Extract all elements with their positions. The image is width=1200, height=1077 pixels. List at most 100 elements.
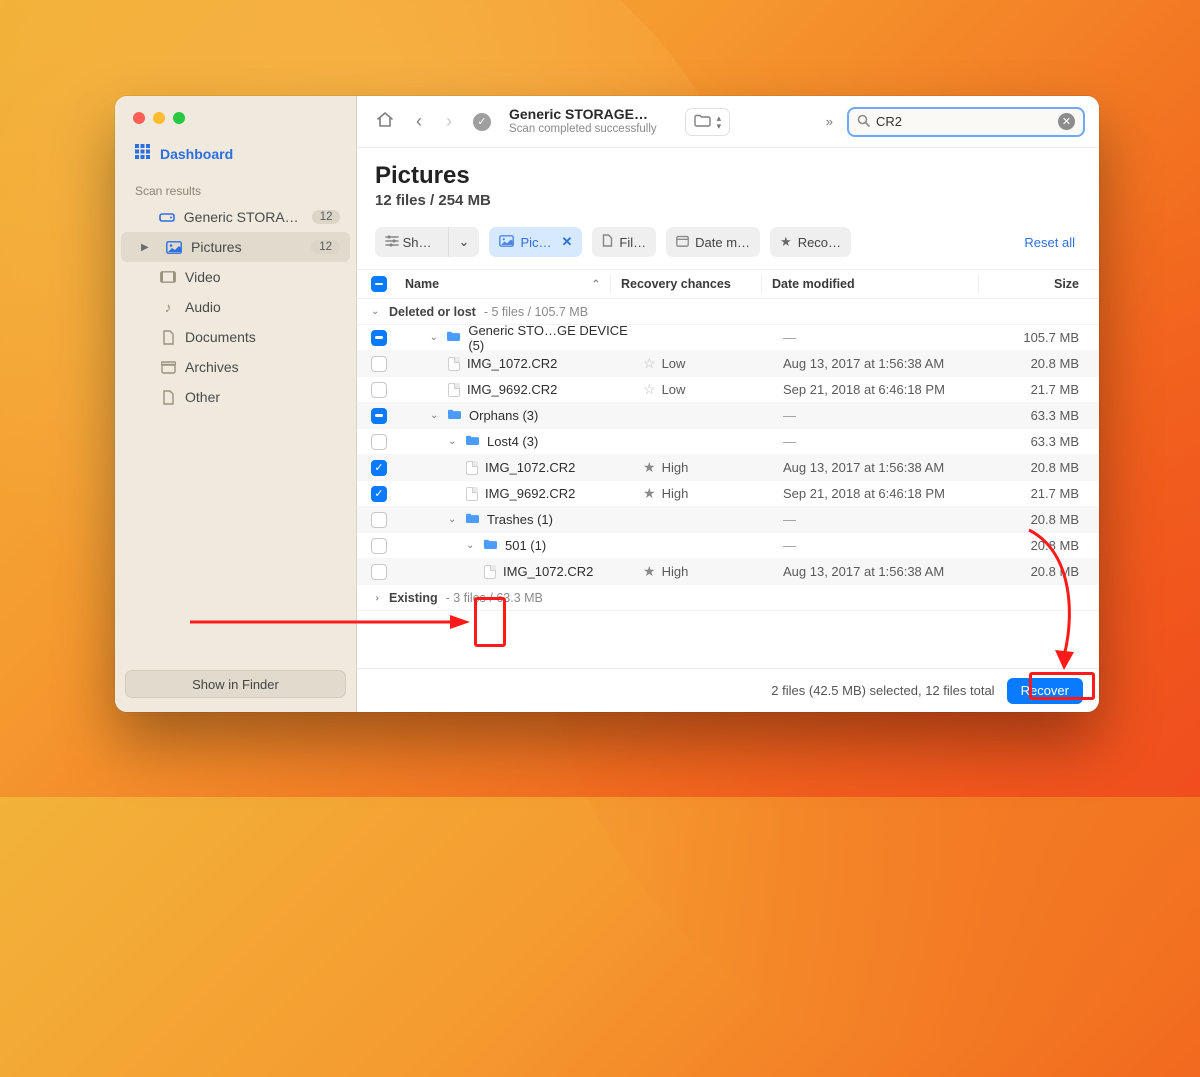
star-icon: ★ bbox=[643, 485, 656, 502]
disclosure-icon[interactable]: ⌄ bbox=[371, 593, 382, 603]
disclosure-icon[interactable]: ▶ bbox=[141, 242, 151, 253]
table-header: Name ⌃ Recovery chances Date modified Si… bbox=[357, 269, 1099, 299]
row-size: 20.8 MB bbox=[989, 512, 1085, 527]
sidebar-item-archives[interactable]: Archives bbox=[121, 352, 350, 382]
chevron-down-icon[interactable]: ⌄ bbox=[448, 227, 480, 257]
col-name[interactable]: Name bbox=[405, 277, 439, 291]
video-icon bbox=[159, 271, 177, 283]
star-icon: ★ bbox=[780, 234, 792, 250]
row-size: 21.7 MB bbox=[989, 486, 1085, 501]
filter-bar: Sh… ⌄ Pic… ✕ Fil… Date m… bbox=[357, 213, 1099, 269]
recover-button[interactable]: Recover bbox=[1007, 678, 1083, 704]
col-date[interactable]: Date modified bbox=[772, 277, 978, 291]
disclosure-icon[interactable]: ⌄ bbox=[466, 540, 476, 551]
page-subtitle: 12 files / 254 MB bbox=[375, 192, 1081, 209]
sidebar-item-label: Archives bbox=[185, 359, 239, 375]
table-row[interactable]: IMG_9692.CR2☆LowSep 21, 2018 at 6:46:18 … bbox=[357, 377, 1099, 403]
filter-file[interactable]: Fil… bbox=[592, 227, 656, 257]
star-icon: ☆ bbox=[643, 355, 656, 372]
disclosure-icon[interactable]: ⌄ bbox=[448, 514, 458, 525]
col-chance[interactable]: Recovery chances bbox=[621, 277, 761, 291]
sidebar-item-label: Video bbox=[185, 269, 221, 285]
sidebar-item-video[interactable]: Video bbox=[121, 262, 350, 292]
sidebar-item-label: Pictures bbox=[191, 239, 242, 255]
row-chance: ★High bbox=[643, 485, 783, 502]
folder-icon bbox=[694, 114, 711, 130]
zoom-window-icon[interactable] bbox=[173, 112, 185, 124]
table-row[interactable]: ⌄501 (1)—20.8 MB bbox=[357, 533, 1099, 559]
forward-icon[interactable]: › bbox=[439, 111, 459, 132]
row-checkbox[interactable] bbox=[371, 382, 387, 398]
table-row[interactable]: ⌄Generic STO…GE DEVICE (5)—105.7 MB bbox=[357, 325, 1099, 351]
overflow-icon[interactable]: » bbox=[826, 114, 833, 129]
back-icon[interactable]: ‹ bbox=[409, 111, 429, 132]
sort-asc-icon[interactable]: ⌃ bbox=[592, 279, 600, 290]
star-icon: ★ bbox=[643, 459, 656, 476]
disclosure-icon[interactable]: ⌄ bbox=[371, 306, 381, 317]
filter-label: Sh… bbox=[403, 235, 432, 250]
minimize-window-icon[interactable] bbox=[153, 112, 165, 124]
row-checkbox[interactable] bbox=[371, 408, 387, 424]
search-field[interactable]: ✕ bbox=[847, 107, 1085, 137]
filter-date[interactable]: Date m… bbox=[666, 227, 760, 257]
filter-label: Reco… bbox=[798, 235, 841, 250]
reset-filters-button[interactable]: Reset all bbox=[1024, 235, 1081, 250]
select-all-checkbox[interactable] bbox=[371, 276, 387, 292]
row-size: 21.7 MB bbox=[989, 382, 1085, 397]
row-name: 501 (1) bbox=[505, 538, 546, 553]
star-icon: ★ bbox=[643, 563, 656, 580]
row-checkbox[interactable]: ✓ bbox=[371, 460, 387, 476]
sidebar-item-label: Documents bbox=[185, 329, 256, 345]
row-checkbox[interactable] bbox=[371, 434, 387, 450]
disclosure-icon[interactable]: ⌄ bbox=[448, 436, 458, 447]
disclosure-icon[interactable]: ⌄ bbox=[430, 410, 440, 421]
row-checkbox[interactable] bbox=[371, 356, 387, 372]
sidebar-item-device[interactable]: Generic STORAGE… 12 bbox=[121, 202, 350, 232]
table-row[interactable]: ✓IMG_9692.CR2★HighSep 21, 2018 at 6:46:1… bbox=[357, 481, 1099, 507]
file-icon bbox=[448, 383, 460, 397]
table-row[interactable]: ⌄Trashes (1)—20.8 MB bbox=[357, 507, 1099, 533]
row-size: 20.8 MB bbox=[989, 460, 1085, 475]
sidebar-item-documents[interactable]: Documents bbox=[121, 322, 350, 352]
row-name: Generic STO…GE DEVICE (5) bbox=[468, 323, 643, 353]
table-row[interactable]: IMG_1072.CR2☆LowAug 13, 2017 at 1:56:38 … bbox=[357, 351, 1099, 377]
sidebar-footer: Show in Finder bbox=[115, 658, 356, 712]
row-checkbox[interactable] bbox=[371, 512, 387, 528]
row-name: Lost4 (3) bbox=[487, 434, 538, 449]
group-header[interactable]: ⌄ Existing - 3 files / 63.3 MB bbox=[357, 585, 1099, 611]
row-checkbox[interactable] bbox=[371, 538, 387, 554]
dashboard-link[interactable]: Dashboard bbox=[115, 136, 356, 174]
selection-status: 2 files (42.5 MB) selected, 12 files tot… bbox=[771, 683, 994, 698]
clear-search-icon[interactable]: ✕ bbox=[1058, 113, 1075, 130]
row-name: Trashes (1) bbox=[487, 512, 553, 527]
sidebar-item-other[interactable]: Other bbox=[121, 382, 350, 412]
table-row[interactable]: ✓IMG_1072.CR2★HighAug 13, 2017 at 1:56:3… bbox=[357, 455, 1099, 481]
sidebar-item-audio[interactable]: ♪ Audio bbox=[121, 292, 350, 322]
row-name: IMG_9692.CR2 bbox=[467, 382, 557, 397]
row-checkbox[interactable] bbox=[371, 564, 387, 580]
disclosure-icon[interactable]: ⌄ bbox=[430, 332, 440, 343]
row-date: — bbox=[783, 538, 989, 553]
table-row[interactable]: IMG_1072.CR2★HighAug 13, 2017 at 1:56:38… bbox=[357, 559, 1099, 585]
filter-show[interactable]: Sh… ⌄ bbox=[375, 227, 479, 257]
row-checkbox[interactable]: ✓ bbox=[371, 486, 387, 502]
sidebar-item-pictures[interactable]: ▶ Pictures 12 bbox=[121, 232, 350, 262]
filter-pictures[interactable]: Pic… ✕ bbox=[489, 227, 582, 257]
search-input[interactable] bbox=[876, 114, 1052, 129]
col-size[interactable]: Size bbox=[989, 277, 1085, 291]
close-window-icon[interactable] bbox=[133, 112, 145, 124]
row-checkbox[interactable] bbox=[371, 330, 387, 346]
file-icon bbox=[448, 357, 460, 371]
home-icon[interactable] bbox=[375, 111, 395, 133]
group-header[interactable]: ⌄ Deleted or lost - 5 files / 105.7 MB bbox=[357, 299, 1099, 325]
table-row[interactable]: ⌄Lost4 (3)—63.3 MB bbox=[357, 429, 1099, 455]
group-title: Existing bbox=[389, 591, 438, 605]
folder-picker[interactable]: ▴▾ bbox=[685, 108, 731, 136]
show-in-finder-button[interactable]: Show in Finder bbox=[125, 670, 346, 698]
remove-filter-icon[interactable]: ✕ bbox=[562, 234, 573, 250]
archive-icon bbox=[159, 361, 177, 374]
image-icon bbox=[165, 241, 183, 254]
filter-recovery[interactable]: ★ Reco… bbox=[770, 227, 851, 257]
table-row[interactable]: ⌄Orphans (3)—63.3 MB bbox=[357, 403, 1099, 429]
annotation-arrow-recover bbox=[1024, 528, 1094, 678]
